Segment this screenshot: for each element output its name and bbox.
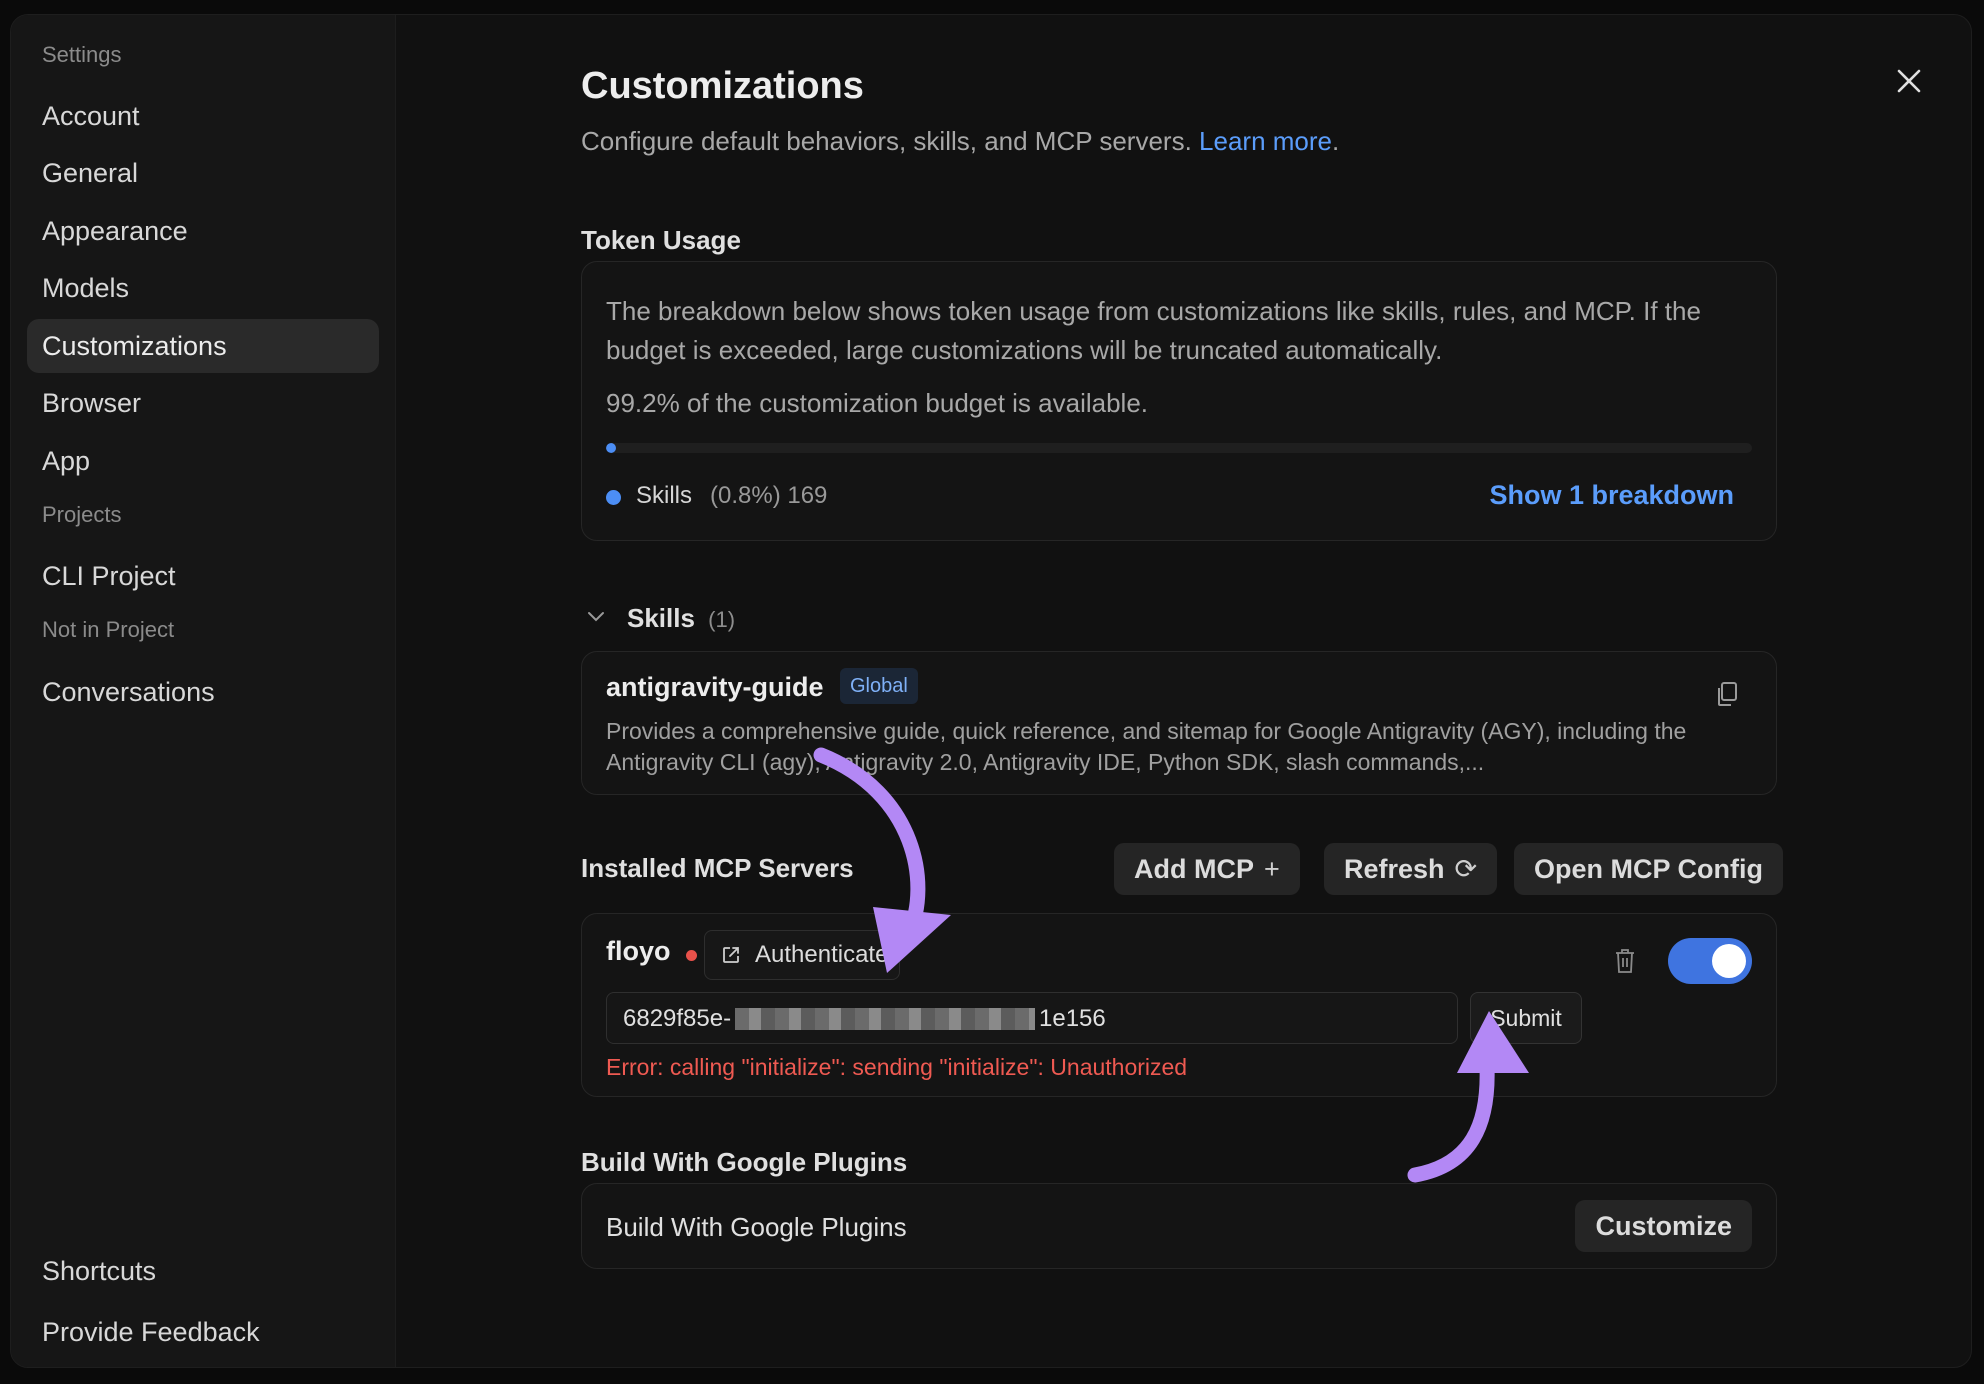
customize-button[interactable]: Customize <box>1575 1200 1752 1252</box>
skill-scope-badge: Global <box>840 668 918 704</box>
close-icon[interactable] <box>1891 63 1927 99</box>
plugins-label: Build With Google Plugins <box>606 1212 907 1242</box>
show-breakdown-button[interactable]: Show 1 breakdown <box>1489 480 1734 511</box>
subtitle-text: Configure default behaviors, skills, and… <box>581 126 1192 156</box>
mcp-token-input[interactable]: 6829f85e- 1e156 <box>606 992 1458 1044</box>
budget-progress-fill <box>606 443 617 453</box>
page-subtitle: Configure default behaviors, skills, and… <box>581 126 1339 157</box>
sidebar-item-appearance[interactable]: Appearance <box>27 204 379 258</box>
mcp-status-indicator <box>686 950 697 961</box>
token-usage-description: The breakdown below shows token usage fr… <box>606 296 1701 365</box>
sidebar: Settings Account General Appearance Mode… <box>11 15 396 1367</box>
mcp-enabled-toggle[interactable] <box>1668 938 1752 984</box>
sidebar-item-shortcuts[interactable]: Shortcuts <box>27 1244 379 1298</box>
skills-section-title: Skills (1) <box>627 603 735 634</box>
add-mcp-label: Add MCP <box>1134 854 1254 884</box>
authenticate-button[interactable]: Authenticate <box>704 930 900 980</box>
skills-title: Skills <box>627 603 695 633</box>
token-usage-card: The breakdown below shows token usage fr… <box>581 261 1777 541</box>
skills-legend-meta: (0.8%) 169 <box>710 482 828 509</box>
skills-legend-label: Skills <box>636 482 693 509</box>
subtitle-period: . <box>1332 126 1340 156</box>
skill-name: antigravity-guide <box>606 672 824 702</box>
open-mcp-config-button[interactable]: Open MCP Config <box>1514 843 1783 895</box>
token-usage-title: Token Usage <box>581 225 741 255</box>
sidebar-item-conversations[interactable]: Conversations <box>27 665 379 719</box>
refresh-button[interactable]: Refresh ⟳ <box>1324 843 1498 895</box>
redacted-token-blur <box>735 1008 1035 1030</box>
learn-more-link[interactable]: Learn more <box>1199 126 1332 156</box>
add-mcp-button[interactable]: Add MCP + <box>1114 843 1300 895</box>
token-value-end: 1e156 <box>1039 1005 1106 1032</box>
sidebar-group-projects: Projects <box>42 502 122 527</box>
budget-progress-bar <box>606 443 1752 453</box>
plugins-card: Build With Google Plugins Customize <box>581 1183 1777 1269</box>
chevron-down-icon[interactable] <box>585 605 607 627</box>
sidebar-item-account[interactable]: Account <box>27 89 379 143</box>
sidebar-group-not-in-project: Not in Project <box>42 617 175 642</box>
budget-available-text: 99.2% of the customization budget is ava… <box>606 388 1149 418</box>
mcp-error-message: Error: calling "initialize": sending "in… <box>606 1054 1188 1080</box>
main-panel: Customizations Configure default behavio… <box>395 15 1971 1367</box>
sidebar-item-app[interactable]: App <box>27 434 379 488</box>
token-value-start: 6829f85e- <box>623 1005 732 1032</box>
toggle-knob <box>1712 944 1746 978</box>
skill-description: Provides a comprehensive guide, quick re… <box>606 718 1687 775</box>
sidebar-item-models[interactable]: Models <box>27 261 379 315</box>
submit-button[interactable]: Submit <box>1470 992 1582 1044</box>
sidebar-item-customizations[interactable]: Customizations <box>27 319 379 373</box>
sidebar-item-cli-project[interactable]: CLI Project <box>27 549 379 603</box>
refresh-label: Refresh <box>1344 854 1445 884</box>
sidebar-item-general[interactable]: General <box>27 146 379 200</box>
skills-count: (1) <box>708 607 736 632</box>
authenticate-label: Authenticate <box>755 941 889 968</box>
copy-icon[interactable] <box>1714 680 1740 708</box>
page-title: Customizations <box>581 65 864 107</box>
sidebar-item-browser[interactable]: Browser <box>27 376 379 430</box>
skills-legend-dot <box>606 490 621 505</box>
settings-window: Settings Account General Appearance Mode… <box>10 14 1972 1368</box>
refresh-icon: ⟳ <box>1454 854 1478 884</box>
sidebar-item-provide-feedback[interactable]: Provide Feedback <box>27 1305 379 1359</box>
trash-icon[interactable] <box>1614 948 1636 974</box>
mcp-server-card: floyo Authenticate 6829f85e- 1e156 Submi <box>581 913 1777 1097</box>
plus-icon: + <box>1263 854 1280 884</box>
mcp-server-name: floyo <box>606 936 671 966</box>
skill-card: antigravity-guide Global Provides a comp… <box>581 651 1777 795</box>
sidebar-group-settings: Settings <box>42 42 122 67</box>
mcp-section-title: Installed MCP Servers <box>581 853 854 883</box>
external-link-icon <box>723 947 739 963</box>
plugins-section-title: Build With Google Plugins <box>581 1147 908 1177</box>
